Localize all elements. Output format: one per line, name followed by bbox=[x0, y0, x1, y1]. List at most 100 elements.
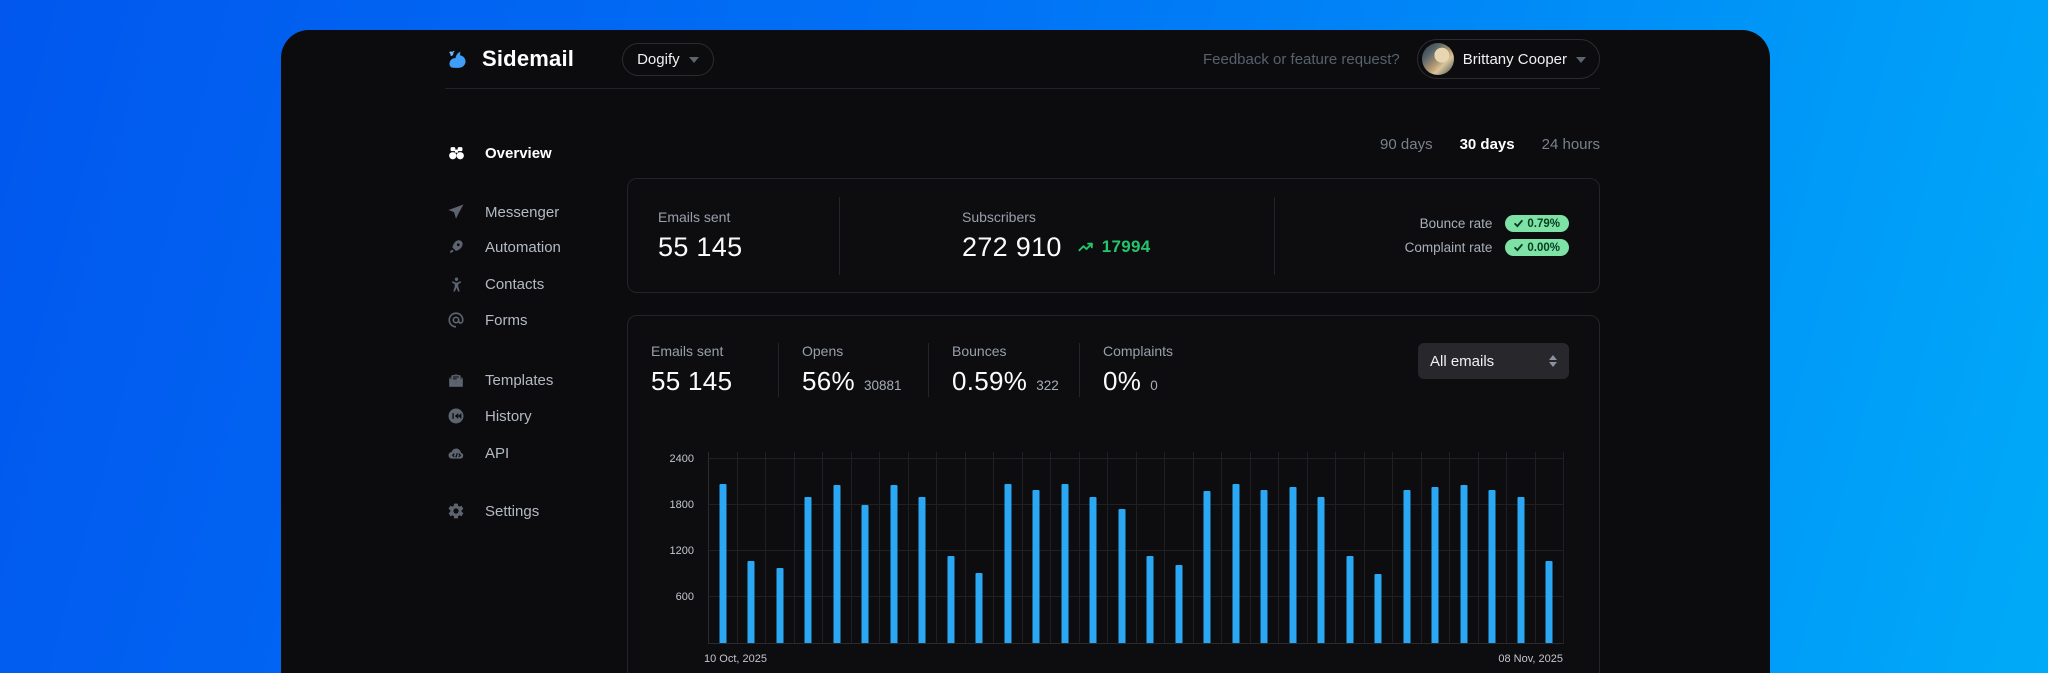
rate-label: Bounce rate bbox=[1419, 216, 1493, 231]
time-range-90-days[interactable]: 90 days bbox=[1380, 136, 1433, 153]
chart-column bbox=[1251, 452, 1279, 643]
chart-column bbox=[1023, 452, 1051, 643]
chart-column bbox=[1165, 452, 1194, 643]
bounce-rate-row: Bounce rate 0.79% bbox=[1405, 215, 1569, 232]
chart-bar[interactable] bbox=[1431, 487, 1439, 643]
stat-complaints: Complaints 0% 0 bbox=[1079, 343, 1219, 397]
chart-column bbox=[880, 452, 909, 643]
chart-bar[interactable] bbox=[1061, 484, 1069, 643]
chart-bar[interactable] bbox=[1374, 574, 1382, 643]
chart-bar[interactable] bbox=[1203, 491, 1211, 643]
chart-bar[interactable] bbox=[1346, 556, 1354, 643]
chart-bar[interactable] bbox=[1488, 490, 1496, 643]
sidebar-item-label: Overview bbox=[485, 144, 552, 162]
stat-value: 272 910 bbox=[962, 231, 1062, 262]
chart-bar[interactable] bbox=[975, 573, 983, 643]
chart-bar[interactable] bbox=[1232, 484, 1240, 643]
time-range-selector: 90 days 30 days 24 hours bbox=[1380, 136, 1600, 153]
stat-secondary: 0 bbox=[1150, 378, 1158, 393]
chart-column bbox=[966, 452, 994, 643]
subscribers-stat: Subscribers 272 910 17994 bbox=[840, 209, 1274, 263]
chart-column bbox=[795, 452, 823, 643]
sidebar-item-settings[interactable]: Settings bbox=[445, 500, 539, 522]
chart-bar[interactable] bbox=[1317, 497, 1325, 643]
workspace-selector[interactable]: Dogify bbox=[622, 42, 714, 76]
email-filter-select[interactable]: All emails bbox=[1418, 343, 1569, 379]
chart-bar[interactable] bbox=[1004, 484, 1012, 643]
x-axis-end-label: 08 Nov, 2025 bbox=[1498, 653, 1563, 665]
sidebar-item-history[interactable]: History bbox=[445, 405, 532, 427]
chart-column bbox=[1137, 452, 1165, 643]
sidebar-item-label: Automation bbox=[485, 238, 561, 256]
chart-bar[interactable] bbox=[719, 484, 727, 643]
chart-bar[interactable] bbox=[1175, 565, 1183, 643]
chart-bar[interactable] bbox=[1289, 487, 1297, 643]
time-range-30-days[interactable]: 30 days bbox=[1460, 136, 1515, 153]
chart-bar[interactable] bbox=[1403, 490, 1411, 643]
sidebar-item-contacts[interactable]: Contacts bbox=[445, 273, 544, 295]
stat-emails-sent: Emails sent 55 145 bbox=[651, 343, 778, 397]
chart-bar[interactable] bbox=[1517, 497, 1525, 643]
stat-label: Subscribers bbox=[962, 208, 1036, 225]
chart-bar[interactable] bbox=[776, 568, 784, 643]
check-icon bbox=[1514, 243, 1524, 252]
seal-logo-icon bbox=[445, 46, 471, 72]
chart-bar[interactable] bbox=[747, 561, 755, 643]
chart-column bbox=[1080, 452, 1108, 643]
chart-bar[interactable] bbox=[1032, 490, 1040, 643]
sidebar-item-templates[interactable]: Templates bbox=[445, 369, 553, 391]
stat-opens: Opens 56% 30881 bbox=[778, 343, 928, 397]
desktop-background: { "header": { "brand": "Sidemail", "work… bbox=[0, 0, 2048, 673]
at-sign-icon bbox=[445, 311, 467, 329]
chart-bar[interactable] bbox=[947, 556, 955, 643]
stat-value: 0.59% bbox=[952, 366, 1028, 396]
stat-secondary: 322 bbox=[1036, 378, 1059, 393]
check-icon bbox=[1514, 219, 1524, 228]
chart-bar[interactable] bbox=[1260, 490, 1268, 643]
user-menu[interactable]: Brittany Cooper bbox=[1416, 39, 1600, 79]
divider bbox=[1274, 196, 1275, 275]
x-axis-start-label: 10 Oct, 2025 bbox=[704, 653, 767, 665]
stat-label: Complaints bbox=[1103, 343, 1174, 359]
sidebar-item-overview[interactable]: Overview bbox=[445, 142, 552, 164]
sidebar-item-label: Settings bbox=[485, 502, 540, 520]
brand[interactable]: Sidemail bbox=[445, 46, 574, 72]
cloud-code-icon bbox=[445, 444, 467, 463]
chart-bar[interactable] bbox=[861, 505, 869, 643]
chart-bar[interactable] bbox=[1118, 509, 1126, 643]
app-header: Sidemail Dogify Feedback or feature requ… bbox=[445, 30, 1600, 89]
chart-bar[interactable] bbox=[890, 485, 898, 643]
feedback-link[interactable]: Feedback or feature request? bbox=[1203, 51, 1400, 68]
time-range-24-hours[interactable]: 24 hours bbox=[1542, 136, 1600, 153]
app-window: Sidemail Dogify Feedback or feature requ… bbox=[281, 30, 1770, 673]
chart-bar[interactable] bbox=[833, 485, 841, 643]
chart-bar[interactable] bbox=[1089, 497, 1097, 643]
binoculars-icon bbox=[445, 144, 467, 163]
y-axis-tick: 600 bbox=[675, 591, 694, 603]
chart-bar[interactable] bbox=[1545, 561, 1553, 643]
stat-label: Emails sent bbox=[651, 343, 724, 359]
rate-label: Complaint rate bbox=[1404, 240, 1493, 255]
rate-value: 0.00% bbox=[1527, 241, 1560, 254]
chart-column bbox=[1393, 452, 1422, 643]
emails-bar-chart bbox=[708, 452, 1564, 644]
chart-bar[interactable] bbox=[1146, 556, 1154, 643]
stats-row: Emails sent 55 145 Opens 56% 30881 Bounc… bbox=[628, 316, 1599, 397]
chevron-down-icon bbox=[1576, 57, 1586, 63]
chart-bar[interactable] bbox=[918, 497, 926, 643]
chart-column bbox=[766, 452, 795, 643]
emails-sent-stat: Emails sent 55 145 bbox=[658, 209, 839, 263]
status-badge: 0.00% bbox=[1505, 239, 1569, 256]
chart-column bbox=[1536, 452, 1564, 643]
sidebar-item-api[interactable]: API bbox=[445, 442, 509, 464]
chart-column bbox=[1194, 452, 1222, 643]
stat-label: Emails sent bbox=[658, 208, 731, 225]
avatar bbox=[1421, 43, 1454, 75]
sidebar-item-forms[interactable]: Forms bbox=[445, 309, 528, 331]
sidebar-item-messenger[interactable]: Messenger bbox=[445, 201, 559, 223]
chart-column bbox=[823, 452, 852, 643]
chart-bar[interactable] bbox=[1460, 485, 1468, 643]
chart-bar[interactable] bbox=[804, 497, 812, 643]
stat-value: 55 145 bbox=[651, 366, 733, 396]
sidebar-item-automation[interactable]: Automation bbox=[445, 236, 561, 258]
